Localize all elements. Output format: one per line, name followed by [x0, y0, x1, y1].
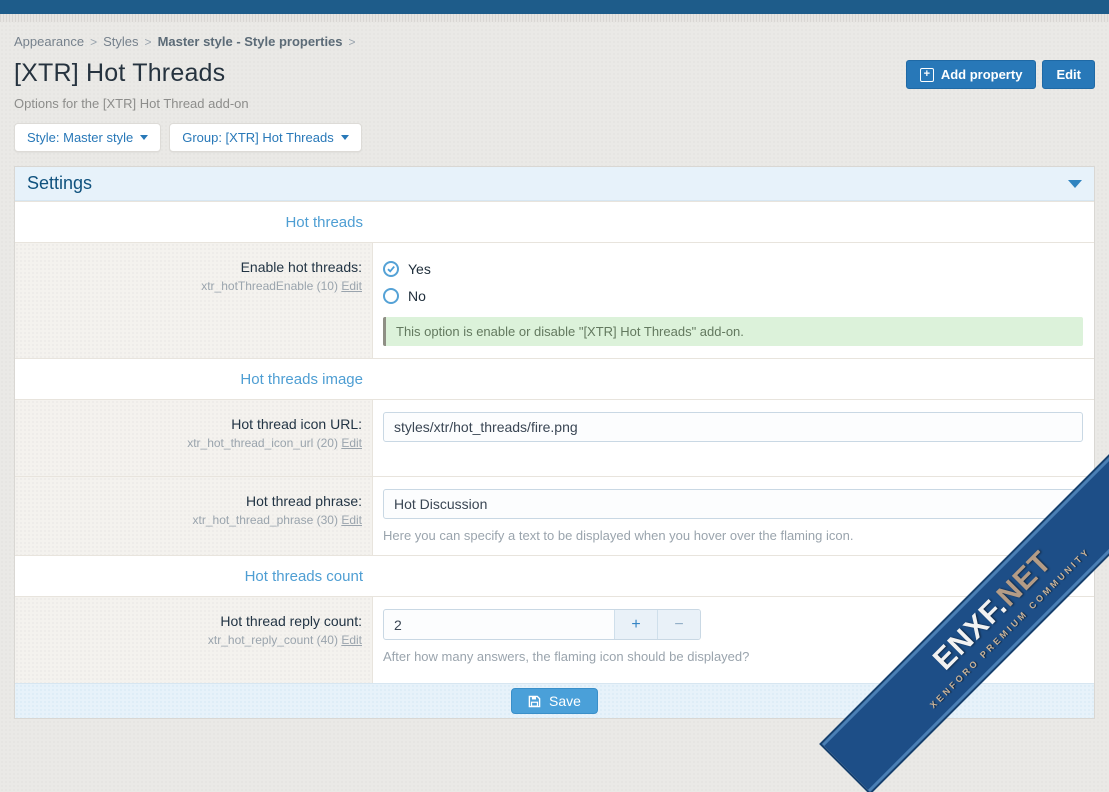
field-edit-link[interactable]: Edit: [341, 279, 362, 293]
style-filter-dropdown[interactable]: Style: Master style: [14, 123, 161, 152]
collapse-arrow-icon[interactable]: [1068, 180, 1082, 188]
icon-url-input[interactable]: [383, 412, 1083, 442]
chevron-down-icon: [341, 135, 349, 140]
field-label: Hot thread phrase:: [25, 493, 362, 509]
form-row-icon-url: Hot thread icon URL: xtr_hot_thread_icon…: [15, 399, 1094, 476]
field-meta-name: xtr_hotThreadEnable (10): [201, 279, 338, 293]
radio-unchecked-icon: [383, 288, 399, 304]
floppy-save-icon: [528, 695, 541, 708]
decrement-button[interactable]: −: [657, 610, 700, 639]
field-meta-name: xtr_hot_thread_phrase (30): [193, 513, 338, 527]
save-button[interactable]: Save: [511, 688, 598, 714]
section-row-hot-threads-image: Hot threads image: [15, 358, 1094, 399]
field-meta: xtr_hot_reply_count (40) Edit: [25, 633, 362, 647]
breadcrumb-separator: >: [349, 35, 356, 49]
save-bar: Save: [15, 683, 1094, 718]
field-hint: After how many answers, the flaming icon…: [383, 649, 1082, 664]
field-edit-link[interactable]: Edit: [341, 633, 362, 647]
section-title-hot-threads-count: Hot threads count: [15, 568, 373, 585]
content-cell: Yes No This option is enable or disable …: [373, 243, 1095, 358]
field-label: Hot thread icon URL:: [25, 416, 362, 432]
option-explain-box: This option is enable or disable "[XTR] …: [383, 317, 1083, 346]
edit-button-label: Edit: [1056, 67, 1081, 82]
group-filter-label: Group: [XTR] Hot Threads: [182, 130, 334, 145]
radio-no-label: No: [408, 288, 426, 304]
add-property-label: Add property: [941, 67, 1023, 82]
settings-title: Settings: [27, 173, 92, 194]
field-meta-name: xtr_hot_reply_count (40): [208, 633, 338, 647]
top-texture-strip: [0, 14, 1109, 22]
breadcrumb-styles[interactable]: Styles: [103, 34, 138, 49]
breadcrumb-current[interactable]: Master style - Style properties: [158, 34, 343, 49]
field-meta: xtr_hot_thread_icon_url (20) Edit: [25, 436, 362, 450]
filter-bar: Style: Master style Group: [XTR] Hot Thr…: [14, 123, 1095, 152]
label-cell: Hot thread reply count: xtr_hot_reply_co…: [15, 597, 373, 683]
radio-checked-icon: [383, 261, 399, 277]
field-meta: xtr_hotThreadEnable (10) Edit: [25, 279, 362, 293]
section-row-hot-threads-count: Hot threads count: [15, 555, 1094, 596]
field-hint: Here you can specify a text to be displa…: [383, 528, 1083, 543]
section-title-hot-threads: Hot threads: [15, 214, 373, 231]
settings-panel: Settings Hot threads Enable hot threads:…: [14, 166, 1095, 719]
breadcrumb: Appearance > Styles > Master style - Sty…: [14, 34, 1095, 49]
content-cell: Here you can specify a text to be displa…: [373, 477, 1095, 555]
section-title-hot-threads-image: Hot threads image: [15, 371, 373, 388]
field-meta-name: xtr_hot_thread_icon_url (20): [187, 436, 338, 450]
admin-top-bar: [0, 0, 1109, 14]
content-cell: [373, 400, 1095, 476]
label-cell: Enable hot threads: xtr_hotThreadEnable …: [15, 243, 373, 358]
breadcrumb-appearance[interactable]: Appearance: [14, 34, 84, 49]
content-cell: + − After how many answers, the flaming …: [373, 597, 1094, 683]
style-filter-label: Style: Master style: [27, 130, 133, 145]
field-meta: xtr_hot_thread_phrase (30) Edit: [25, 513, 362, 527]
form-row-phrase: Hot thread phrase: xtr_hot_thread_phrase…: [15, 476, 1094, 555]
breadcrumb-separator: >: [90, 35, 97, 49]
radio-yes[interactable]: Yes: [383, 255, 1083, 282]
page-subtitle: Options for the [XTR] Hot Thread add-on: [14, 96, 1095, 111]
reply-count-input[interactable]: [384, 610, 614, 639]
group-filter-dropdown[interactable]: Group: [XTR] Hot Threads: [169, 123, 362, 152]
edit-button[interactable]: Edit: [1042, 60, 1095, 89]
add-property-button[interactable]: + Add property: [906, 60, 1037, 89]
settings-panel-header[interactable]: Settings: [15, 167, 1094, 201]
label-cell: Hot thread icon URL: xtr_hot_thread_icon…: [15, 400, 373, 476]
label-cell: Hot thread phrase: xtr_hot_thread_phrase…: [15, 477, 373, 555]
radio-no[interactable]: No: [383, 282, 1083, 309]
save-button-label: Save: [549, 693, 581, 709]
increment-button[interactable]: +: [614, 610, 657, 639]
radio-yes-label: Yes: [408, 261, 431, 277]
breadcrumb-separator: >: [145, 35, 152, 49]
field-edit-link[interactable]: Edit: [341, 436, 362, 450]
chevron-down-icon: [140, 135, 148, 140]
section-row-hot-threads: Hot threads: [15, 201, 1094, 242]
field-label: Hot thread reply count:: [25, 613, 362, 629]
form-row-reply-count: Hot thread reply count: xtr_hot_reply_co…: [15, 596, 1094, 683]
plus-box-icon: +: [920, 68, 934, 82]
field-label: Enable hot threads:: [25, 259, 362, 275]
field-edit-link[interactable]: Edit: [341, 513, 362, 527]
phrase-input[interactable]: [383, 489, 1083, 519]
reply-count-stepper: + −: [383, 609, 701, 640]
plus-glyph: +: [924, 69, 930, 80]
form-row-enable-hot-threads: Enable hot threads: xtr_hotThreadEnable …: [15, 242, 1094, 358]
